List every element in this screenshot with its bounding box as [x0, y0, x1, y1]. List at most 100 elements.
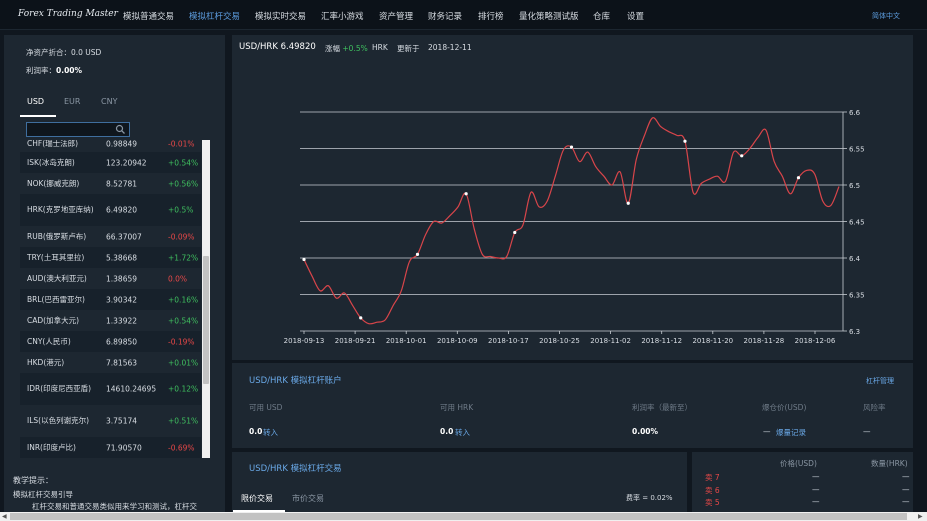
scroll-left-icon[interactable]: ◀	[2, 513, 7, 520]
x-tick-label: 2018-10-25	[539, 337, 580, 345]
brand-logo[interactable]: Forex Trading Master	[18, 9, 118, 19]
order-book-price: —	[812, 497, 820, 506]
tab-market-trade[interactable]: 市价交易	[292, 493, 324, 504]
currency-name: NOK(挪威克朗)	[27, 178, 80, 188]
data-point-marker	[569, 145, 574, 149]
currency-price: 3.90342	[106, 295, 138, 304]
currency-row[interactable]: CAD(加拿大元) 1.33922 +0.54%	[20, 310, 201, 331]
currency-name: INR(印度卢比)	[27, 442, 76, 452]
currency-row[interactable]: HRK(克罗地亚库纳) 6.49820 +0.5%	[20, 194, 201, 226]
currency-price: 0.98849	[106, 140, 138, 149]
currency-price: 3.75174	[106, 416, 138, 426]
order-book-sell-5[interactable]: 卖 5	[705, 497, 720, 508]
available-hrk-label: 可用 HRK	[440, 403, 474, 412]
nav-item-asset-management[interactable]: 资产管理	[379, 10, 413, 22]
data-point-marker	[464, 192, 468, 196]
currency-row[interactable]: NOK(挪威克朗) 8.52781 +0.56%	[20, 173, 201, 194]
price-line-chart[interactable]: 6.3 6.35 6.4 6.45 6.5 6.55 6.6 2018-09-13 2018-0…	[232, 35, 913, 360]
currency-change: -0.01%	[168, 140, 195, 149]
currency-row[interactable]: HKD(港元) 7.81563 +0.01%	[20, 352, 201, 373]
x-tick-label: 2018-10-17	[488, 337, 529, 345]
currency-price: 8.52781	[106, 179, 138, 188]
horizontal-scrollbar[interactable]: ◀ ▶	[0, 512, 927, 521]
liquidation-record-link[interactable]: 爆量记录	[776, 427, 806, 438]
nav-item-finance-records[interactable]: 财务记录	[428, 10, 462, 22]
order-book-qty-header: 数量(HRK)	[871, 459, 908, 468]
y-tick-label: 6.45	[849, 219, 865, 227]
tab-usd[interactable]: USD	[27, 97, 44, 106]
currency-price: 6.89850	[106, 337, 138, 346]
tab-cny[interactable]: CNY	[101, 97, 117, 106]
x-tick-label: 2018-10-01	[386, 337, 427, 345]
currency-row[interactable]: AUD(澳大利亚元) 1.38659 0.0%	[20, 268, 201, 289]
currency-list: CHF(瑞士法郎) 0.98849 -0.01% ISK(冰岛克朗) 123.20942…	[20, 140, 201, 458]
y-tick-label: 6.55	[849, 146, 865, 154]
nav-item-leverage-trade[interactable]: 模拟杠杆交易	[189, 10, 240, 22]
order-book-sell-7[interactable]: 卖 7	[705, 472, 720, 483]
x-tick-label: 2018-11-02	[590, 337, 631, 345]
currency-change: +0.51%	[168, 416, 199, 426]
currency-row[interactable]: ILS(以色列谢克尔) 3.75174 +0.51%	[20, 405, 201, 437]
trade-title: USD/HRK 模拟杠杆交易	[249, 464, 342, 474]
currency-change: -0.19%	[168, 337, 195, 346]
nav-item-warehouse[interactable]: 仓库	[593, 10, 610, 22]
nav-item-settings[interactable]: 设置	[627, 10, 644, 22]
currency-row[interactable]: IDR(印度尼西亚盾) 14610.24695 +0.12%	[20, 373, 201, 405]
order-book-qty: —	[902, 497, 910, 506]
net-assets-label: 净资产折合：	[26, 48, 71, 57]
currency-price: 71.90570	[106, 443, 142, 452]
horizontal-scroll-thumb[interactable]	[10, 513, 907, 520]
account-profit-value: 0.00%	[632, 427, 659, 436]
y-tick-label: 6.6	[849, 109, 861, 117]
currency-row[interactable]: CNY(人民币) 6.89850 -0.19%	[20, 331, 201, 352]
currency-row[interactable]: ISK(冰岛克朗) 123.20942 +0.54%	[20, 152, 201, 173]
currency-row[interactable]: BRL(巴西雷亚尔) 3.90342 +0.16%	[20, 289, 201, 310]
currency-name: CHF(瑞士法郎)	[27, 140, 79, 148]
currency-row[interactable]: INR(印度卢比) 71.90570 -0.69%	[20, 437, 201, 458]
currency-change: +1.72%	[168, 253, 199, 262]
currency-row[interactable]: RUB(俄罗斯卢布) 66.37007 -0.09%	[20, 226, 201, 247]
data-point-marker	[626, 201, 630, 205]
order-book-price-header: 价格(USD)	[780, 459, 817, 468]
x-tick-label: 2018-11-20	[692, 337, 733, 345]
net-assets-value: 0.0 USD	[71, 48, 102, 57]
y-tick-label: 6.4	[849, 255, 861, 263]
x-tick-label: 2018-09-21	[335, 337, 376, 345]
tab-limit-trade[interactable]: 限价交易	[241, 493, 273, 504]
order-book-qty: —	[902, 485, 910, 494]
tab-eur[interactable]: EUR	[64, 97, 80, 106]
liquidation-price-value: —	[763, 427, 771, 436]
nav-item-quant-strategy[interactable]: 量化策略测试版	[519, 10, 579, 22]
nav-item-rate-game[interactable]: 汇率小游戏	[321, 10, 364, 22]
leverage-manage-link[interactable]: 杠杆管理	[866, 376, 894, 386]
currency-list-scroll-thumb[interactable]	[203, 256, 209, 384]
fee-rate: 费率 = 0.02%	[626, 494, 673, 502]
order-book-qty: —	[902, 472, 910, 481]
transfer-in-hrk-link[interactable]: 转入	[455, 427, 470, 438]
currency-row[interactable]: CHF(瑞士法郎) 0.98849 -0.01%	[20, 140, 201, 152]
nav-item-normal-trade[interactable]: 模拟普通交易	[123, 10, 174, 22]
language-switch[interactable]: 简体中文	[872, 11, 900, 21]
currency-change: 0.0%	[168, 274, 188, 283]
transfer-in-usd-link[interactable]: 转入	[263, 427, 278, 438]
currency-name: HRK(克罗地亚库纳)	[27, 205, 94, 214]
nav-item-leaderboard[interactable]: 排行榜	[478, 10, 504, 22]
risk-rate-label: 风险率	[863, 403, 886, 412]
currency-change: +0.01%	[168, 358, 199, 367]
currency-price: 66.37007	[106, 232, 142, 241]
net-assets: 净资产折合：0.0 USD	[26, 47, 101, 58]
data-point-marker	[740, 154, 744, 158]
scroll-right-icon[interactable]: ▶	[918, 513, 923, 520]
y-tick-label: 6.3	[849, 328, 860, 336]
currency-price: 7.81563	[106, 358, 138, 367]
liquidation-price-label: 爆仓价(USD)	[762, 403, 807, 412]
currency-name: IDR(印度尼西亚盾)	[27, 384, 92, 393]
search-icon[interactable]	[115, 124, 126, 135]
currency-row[interactable]: TRY(土耳其里拉) 5.38668 +1.72%	[20, 247, 201, 268]
currency-price: 5.38668	[106, 253, 138, 262]
order-book-sell-6[interactable]: 卖 6	[705, 485, 720, 496]
nav-item-realtime-trade[interactable]: 模拟实时交易	[255, 10, 306, 22]
data-point-marker	[359, 316, 363, 320]
order-book-price: —	[812, 472, 820, 481]
currency-name: ILS(以色列谢克尔)	[27, 416, 90, 425]
